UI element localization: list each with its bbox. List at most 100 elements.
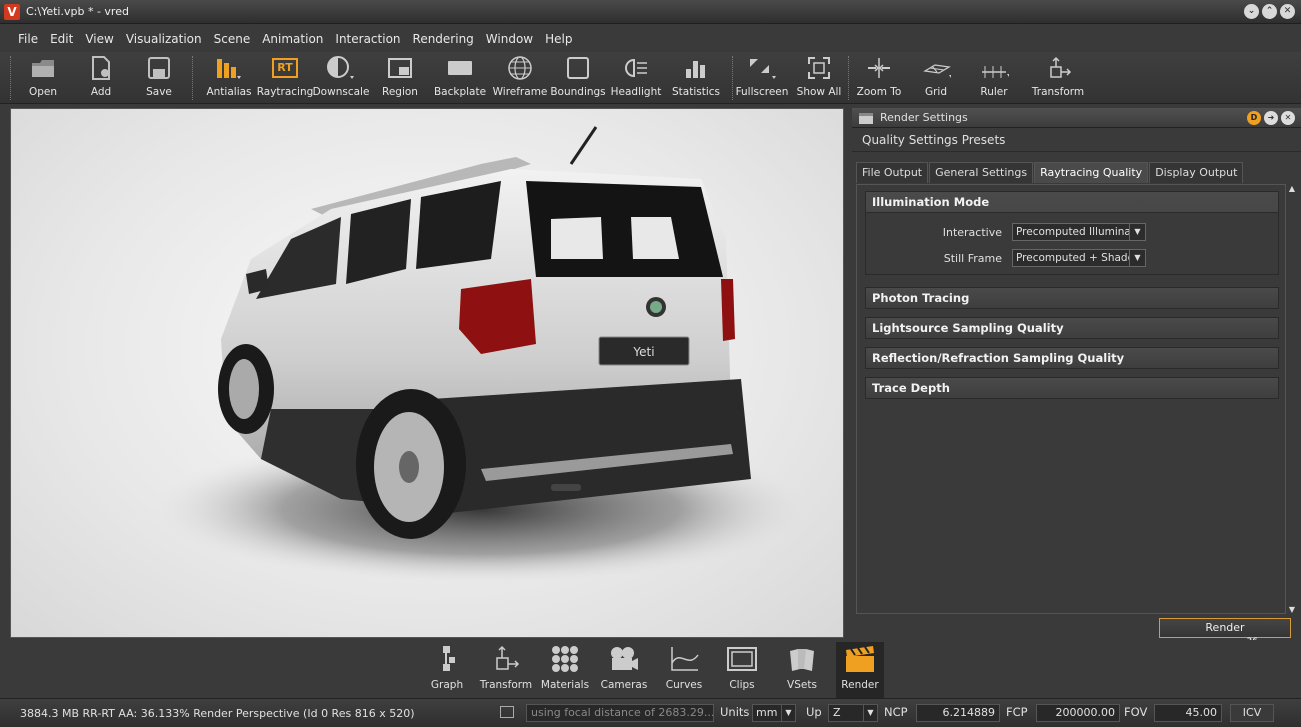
- status-bar: 3884.3 MB RR-RT AA: 36.133% Render Persp…: [0, 698, 1301, 727]
- menu-bar: File Edit View Visualization Scene Anima…: [0, 28, 1301, 50]
- still-frame-illumination-select[interactable]: Precomputed + Shadc ▼: [1012, 249, 1146, 267]
- vsets-button[interactable]: VSets: [782, 642, 822, 691]
- wireframe-button[interactable]: Wireframe: [493, 54, 547, 102]
- headlight-button[interactable]: Headlight: [610, 54, 662, 102]
- tab-general-settings[interactable]: General Settings: [929, 162, 1034, 183]
- render-viewport[interactable]: Yeti: [10, 108, 844, 638]
- zoom-to-icon: [864, 54, 894, 82]
- up-axis-select[interactable]: Z ▼: [828, 704, 878, 722]
- fullscreen-button[interactable]: Fullscreen: [734, 54, 790, 102]
- grid-button[interactable]: Grid: [912, 54, 960, 102]
- open-button[interactable]: Open: [26, 54, 60, 102]
- add-file-icon: [86, 54, 116, 82]
- cameras-button[interactable]: Cameras: [600, 642, 648, 691]
- region-icon: [385, 54, 415, 82]
- dock-render-button[interactable]: Render: [836, 642, 884, 698]
- vsets-cards-icon: [786, 642, 818, 676]
- terminal-icon[interactable]: [500, 706, 514, 718]
- clips-button[interactable]: Clips: [722, 642, 762, 691]
- photon-tracing-section[interactable]: Photon Tracing: [865, 287, 1279, 309]
- interactive-illumination-select[interactable]: Precomputed Illuminat ▼: [1012, 223, 1146, 241]
- ncp-input[interactable]: 6.214889: [916, 704, 1000, 722]
- ruler-button[interactable]: Ruler: [970, 54, 1018, 102]
- menu-edit[interactable]: Edit: [44, 32, 79, 46]
- focal-distance-field[interactable]: using focal distance of 2683.29...: [526, 704, 714, 722]
- raytracing-quality-content: Illumination Mode Interactive Precompute…: [856, 184, 1286, 614]
- zoom-to-button[interactable]: Zoom To: [856, 54, 902, 102]
- backplate-icon: [445, 54, 475, 82]
- toolbar-separator: [10, 56, 11, 100]
- vred-logo-icon: V: [4, 3, 20, 20]
- antialias-icon: [214, 54, 244, 82]
- show-all-button[interactable]: Show All: [796, 54, 842, 102]
- scroll-up-icon: ▲: [1288, 184, 1296, 193]
- menu-file[interactable]: File: [12, 32, 44, 46]
- interactive-row: Interactive Precomputed Illuminat ▼: [866, 219, 1278, 245]
- chevron-down-icon: ▼: [781, 705, 795, 721]
- close-panel-button[interactable]: ✕: [1281, 111, 1295, 125]
- boundings-button[interactable]: Boundings: [550, 54, 606, 102]
- menu-window[interactable]: Window: [480, 32, 539, 46]
- curves-icon: [668, 642, 700, 676]
- close-button[interactable]: ✕: [1280, 4, 1295, 19]
- menu-rendering[interactable]: Rendering: [407, 32, 480, 46]
- trace-depth-section[interactable]: Trace Depth: [865, 377, 1279, 399]
- quality-settings-presets[interactable]: Quality Settings Presets: [852, 128, 1301, 152]
- toolbar-separator: [192, 56, 193, 100]
- license-plate-text: Yeti: [632, 345, 654, 359]
- menu-visualization[interactable]: Visualization: [120, 32, 208, 46]
- icv-button[interactable]: ICV: [1230, 704, 1274, 722]
- fcp-label: FCP: [1006, 705, 1028, 719]
- graph-button[interactable]: Graph: [430, 642, 464, 691]
- minimize-button[interactable]: ⌄: [1244, 4, 1259, 19]
- lightsource-sampling-section[interactable]: Lightsource Sampling Quality: [865, 317, 1279, 339]
- illumination-mode-header[interactable]: Illumination Mode: [866, 192, 1278, 212]
- menu-help[interactable]: Help: [539, 32, 578, 46]
- tab-display-output[interactable]: Display Output: [1149, 162, 1244, 183]
- chevron-down-icon: ▼: [1129, 224, 1145, 240]
- panel-scrollbar[interactable]: ▲ ▼: [1287, 184, 1297, 614]
- tab-file-output[interactable]: File Output: [856, 162, 929, 183]
- curves-button[interactable]: Curves: [662, 642, 706, 691]
- menu-interaction[interactable]: Interaction: [329, 32, 406, 46]
- show-all-icon: [804, 54, 834, 82]
- statistics-icon: [681, 54, 711, 82]
- arrow-right-icon[interactable]: ➜: [1264, 111, 1278, 125]
- statistics-button[interactable]: Statistics: [670, 54, 722, 102]
- add-button[interactable]: Add: [86, 54, 116, 102]
- antialias-button[interactable]: Antialias: [204, 54, 254, 102]
- downscale-button[interactable]: Downscale: [313, 54, 369, 102]
- wireframe-icon: [505, 54, 535, 82]
- graph-icon: [437, 642, 457, 676]
- backplate-button[interactable]: Backplate: [434, 54, 486, 102]
- up-label: Up: [806, 705, 822, 719]
- dock-button[interactable]: D: [1247, 111, 1261, 125]
- maximize-button[interactable]: ⌃: [1262, 4, 1277, 19]
- render-button[interactable]: Render 36: [1159, 618, 1291, 647]
- render-settings-panel: Render Settings D ➜ ✕ Quality Settings P…: [852, 108, 1301, 647]
- interactive-label: Interactive: [942, 225, 1002, 239]
- toolbar-separator: [732, 56, 733, 100]
- boundings-icon: [563, 54, 593, 82]
- downscale-icon: [326, 54, 356, 82]
- raytracing-button[interactable]: RT Raytracing: [257, 54, 313, 102]
- ruler-icon: [979, 54, 1009, 82]
- materials-button[interactable]: Materials: [540, 642, 590, 691]
- menu-view[interactable]: View: [79, 32, 119, 46]
- reflection-refraction-section[interactable]: Reflection/Refraction Sampling Quality: [865, 347, 1279, 369]
- region-button[interactable]: Region: [380, 54, 420, 102]
- save-button[interactable]: Save: [144, 54, 174, 102]
- menu-animation[interactable]: Animation: [256, 32, 329, 46]
- tab-raytracing-quality[interactable]: Raytracing Quality: [1034, 162, 1149, 183]
- fcp-input[interactable]: 200000.00: [1036, 704, 1120, 722]
- fov-input[interactable]: 45.00: [1154, 704, 1222, 722]
- transform-icon: [1043, 54, 1073, 82]
- units-select[interactable]: mm ▼: [752, 704, 796, 722]
- menu-scene[interactable]: Scene: [208, 32, 257, 46]
- dock-transform-button[interactable]: Transform: [480, 642, 532, 691]
- transform-button[interactable]: Transform: [1028, 54, 1088, 102]
- save-icon: [144, 54, 174, 82]
- fullscreen-icon: [747, 54, 777, 82]
- car-render-image: Yeti: [151, 126, 811, 584]
- folder-icon: [28, 54, 58, 82]
